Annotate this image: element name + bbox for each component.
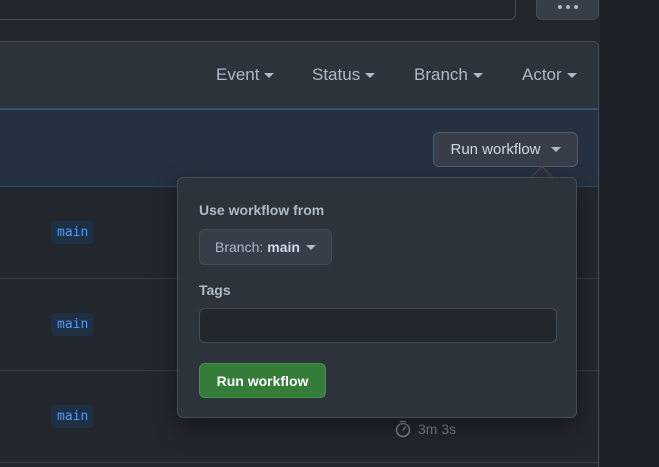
triangle-down-icon: [305, 244, 316, 250]
branch-tag[interactable]: main: [51, 313, 95, 336]
run-workflow-label: Run workflow: [450, 141, 541, 158]
stopwatch-icon: [395, 420, 411, 438]
triangle-down-icon: [472, 72, 483, 78]
top-search-container: [0, 0, 516, 20]
workflow-runs-page: Event Status Branch Actor Run workflow m…: [0, 0, 659, 467]
run-workflow-popover: Use workflow from Branch: main Tags Run …: [177, 177, 577, 418]
kebab-horizontal-icon: [557, 5, 578, 9]
filter-actor[interactable]: Actor: [522, 65, 577, 85]
more-options-button[interactable]: [536, 0, 599, 20]
triangle-down-icon: [365, 72, 376, 78]
triangle-down-icon: [566, 72, 577, 78]
run-workflow-submit-button[interactable]: Run workflow: [199, 363, 326, 398]
branch-tag[interactable]: main: [51, 405, 95, 428]
branch-select-prefix: Branch:: [215, 239, 264, 255]
filter-status-label: Status: [312, 65, 361, 84]
workflow-dispatch-banner: Run workflow: [0, 109, 598, 187]
filter-branch[interactable]: Branch: [414, 65, 483, 85]
branch-select-value: main: [267, 239, 300, 255]
run-duration: 3m 3s: [394, 420, 456, 438]
branch-select-button[interactable]: Branch: main: [199, 229, 332, 265]
triangle-down-icon: [264, 72, 275, 78]
filter-actor-label: Actor: [522, 65, 562, 84]
filter-event-label: Event: [216, 65, 260, 84]
runs-filter-header: Event Status Branch Actor: [0, 42, 598, 109]
tags-label: Tags: [199, 282, 231, 298]
run-workflow-dropdown-button[interactable]: Run workflow: [433, 132, 578, 167]
use-workflow-from-label: Use workflow from: [199, 202, 325, 218]
tags-input[interactable]: [199, 308, 557, 343]
filter-status[interactable]: Status: [312, 65, 376, 85]
branch-tag[interactable]: main: [51, 221, 95, 244]
right-gutter: [600, 0, 659, 467]
filter-branch-label: Branch: [414, 65, 468, 84]
triangle-down-icon: [550, 147, 561, 152]
run-duration-text: 3m 3s: [418, 421, 457, 437]
filter-event[interactable]: Event: [216, 65, 275, 85]
